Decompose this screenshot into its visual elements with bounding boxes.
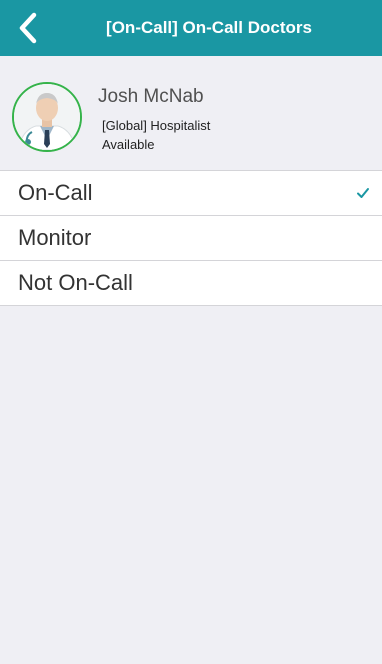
option-label: Not On-Call [18,270,133,295]
doctor-status: Available [102,137,155,152]
doctor-role: [Global] Hospitalist [102,118,211,133]
doctor-name: Josh McNab [98,86,204,107]
option-label: Monitor [18,225,92,250]
option-label: On-Call [18,180,93,205]
option-on-call[interactable]: On-Call [0,171,382,216]
option-not-on-call[interactable]: Not On-Call [0,261,382,306]
on-call-status-list: On-Call Monitor Not On-Call [0,170,382,306]
checkmark-icon [357,188,369,198]
chevron-left-icon [19,12,37,44]
back-button[interactable] [0,0,56,56]
option-monitor[interactable]: Monitor [0,216,382,261]
avatar [12,82,82,152]
doctor-profile: Josh McNab [Global] Hospitalist Availabl… [0,56,382,170]
navigation-bar: [On-Call] On-Call Doctors [0,0,382,56]
screen: [On-Call] On-Call Doctors Josh McNab [Gl… [0,0,382,664]
page-title: [On-Call] On-Call Doctors [106,18,312,37]
